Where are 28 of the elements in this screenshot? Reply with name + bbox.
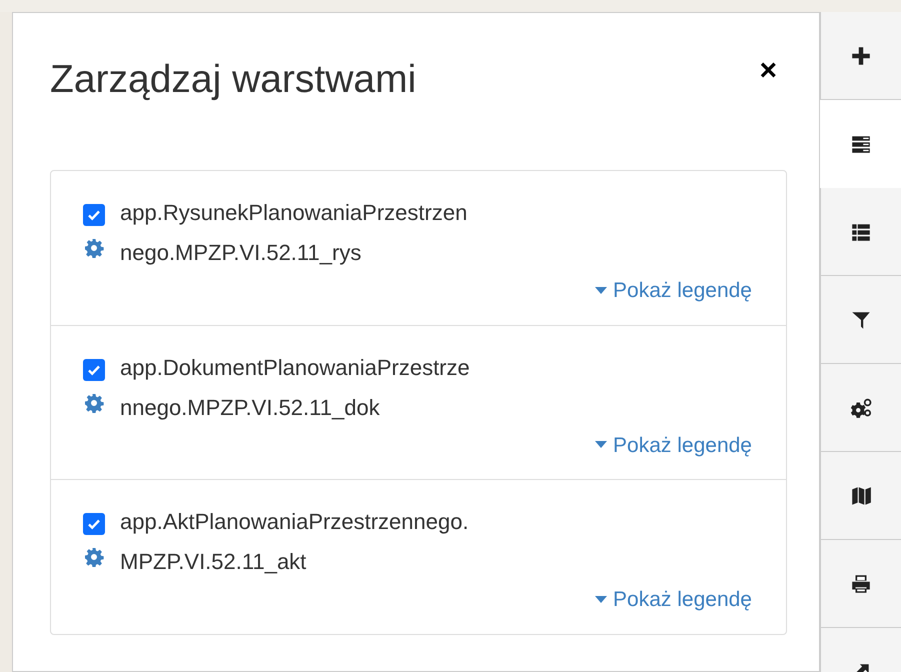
toolbar-button[interactable] [820, 364, 901, 452]
settings-icon[interactable] [84, 238, 104, 258]
toolbar-button[interactable] [820, 540, 901, 628]
layer-checkbox[interactable] [83, 358, 105, 380]
panel-title: Zarządzaj warstwami [50, 60, 416, 99]
toolbar-button[interactable] [820, 452, 901, 540]
caret-icon [595, 441, 608, 450]
printer-icon [850, 572, 872, 594]
layer-checkbox[interactable] [83, 513, 105, 535]
layer-checkbox[interactable] [83, 204, 105, 226]
toolbar-button[interactable] [820, 100, 901, 188]
show-legend-link[interactable]: Pokaż legendę [595, 275, 752, 306]
close-button[interactable]: × [759, 56, 777, 86]
layer-name: app.DokumentPlanowaniaPrzestrzennego.MPZP.VI.52.11_dok [120, 354, 471, 422]
cogs-icon [850, 396, 872, 418]
show-legend-link[interactable]: Pokaż legendę [595, 584, 752, 616]
toolbar-button[interactable] [820, 188, 901, 276]
caret-icon [595, 286, 608, 295]
checkmark-icon [87, 517, 101, 531]
settings-icon[interactable] [84, 547, 104, 567]
plus-icon [850, 44, 872, 66]
caret-icon [595, 596, 608, 604]
checkmark-icon [87, 208, 101, 222]
layer-name: app.AktPlanowaniaPrzestrzennego.MPZP.VI.52.11_akt [120, 508, 470, 576]
show-legend-link[interactable]: Pokaż legendę [595, 430, 752, 461]
layer-name: app.RysunekPlanowaniaPrzestrzennego.MPZP.VI.52.11_rys [120, 199, 468, 267]
map-icon [850, 484, 872, 506]
settings-icon[interactable] [84, 392, 104, 412]
